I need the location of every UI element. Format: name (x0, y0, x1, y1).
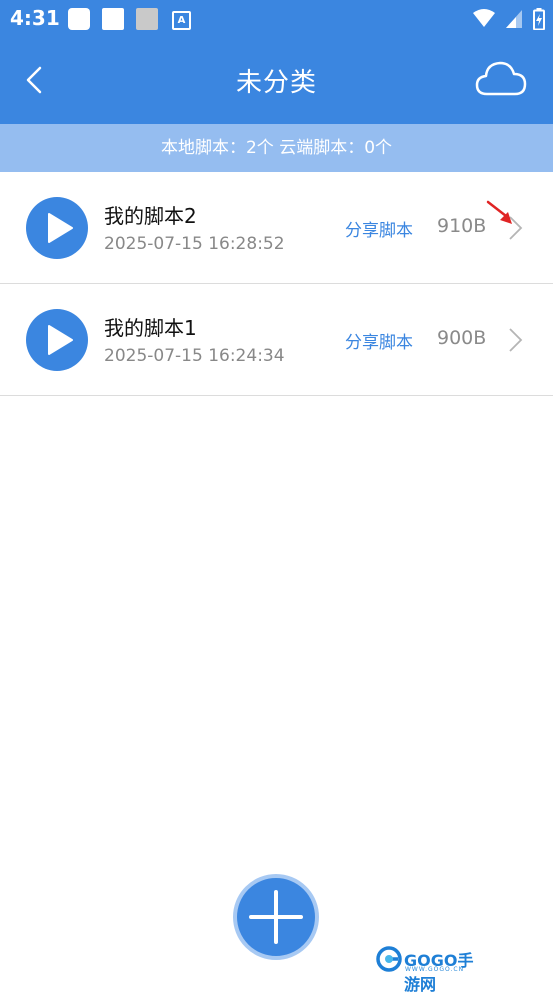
cloud-icon (475, 61, 527, 96)
notification-app-icon (102, 8, 124, 30)
system-icons (467, 8, 545, 31)
play-icon (48, 325, 73, 355)
add-script-button[interactable] (233, 874, 319, 960)
script-count-summary: 本地脚本：2个 云端脚本：0个 (0, 124, 553, 172)
battery-charging-icon (533, 8, 545, 31)
cloud-sync-button[interactable] (475, 58, 527, 100)
script-name: 我的脚本2 (104, 204, 197, 228)
script-size: 910B (437, 215, 487, 237)
notification-app-icon (136, 8, 158, 30)
notification-app-icon (68, 8, 90, 30)
play-icon (48, 213, 73, 243)
plus-icon (249, 890, 303, 944)
status-time: 4:31 (10, 6, 60, 30)
watermark-url: WWW.GOGO.CN (405, 966, 465, 973)
play-button[interactable] (26, 309, 88, 371)
chevron-right-icon[interactable] (506, 326, 526, 354)
share-script-link[interactable]: 分享脚本 (345, 216, 413, 241)
app-bar: 未分类 (0, 38, 553, 124)
script-size: 900B (437, 327, 487, 349)
script-name: 我的脚本1 (104, 316, 197, 340)
page-title: 未分类 (235, 68, 317, 98)
gogo-logo-icon (376, 946, 402, 972)
play-button[interactable] (26, 197, 88, 259)
notification-text-icon: A (172, 11, 191, 30)
share-script-link[interactable]: 分享脚本 (345, 328, 413, 353)
script-timestamp: 2025-07-15 16:28:52 (104, 234, 285, 254)
list-item[interactable]: 我的脚本2 2025-07-15 16:28:52 分享脚本 910B (0, 172, 553, 284)
script-timestamp: 2025-07-15 16:24:34 (104, 346, 285, 366)
status-bar: 4:31 A (0, 0, 553, 38)
annotation-arrow-icon (486, 200, 512, 224)
watermark-logo: GOGO手游网 WWW.GOGO.CN (376, 946, 486, 994)
wifi-icon (472, 9, 495, 27)
signal-icon (505, 10, 522, 28)
list-item[interactable]: 我的脚本1 2025-07-15 16:24:34 分享脚本 900B (0, 284, 553, 396)
script-list: 我的脚本2 2025-07-15 16:28:52 分享脚本 910B 我的脚本… (0, 172, 553, 396)
